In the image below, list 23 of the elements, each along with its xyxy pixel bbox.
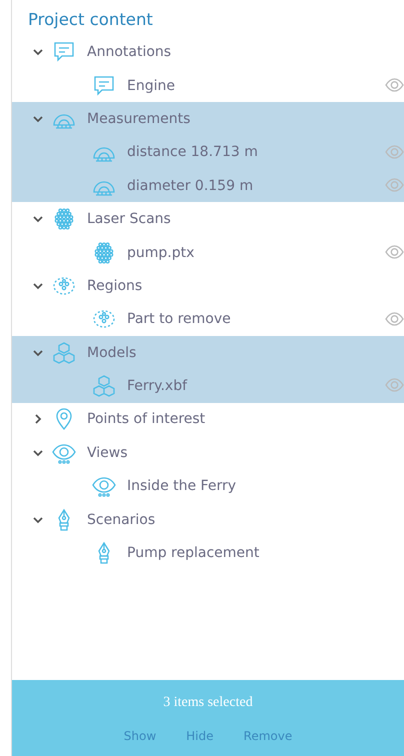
point-cloud-icon — [52, 207, 76, 232]
cubes-icon — [52, 340, 76, 365]
group-label[interactable]: Scenarios — [87, 512, 156, 528]
group-label[interactable]: Annotations — [87, 44, 172, 60]
selection-summary: 3 items selected — [163, 695, 253, 711]
group-label[interactable]: Laser Scans — [87, 211, 171, 228]
speech-bubble-icon — [92, 74, 116, 98]
panel-title: Project content — [27, 9, 154, 31]
group-label[interactable]: Measurements — [87, 110, 190, 127]
item-label[interactable]: Ferry.xbf — [127, 378, 188, 394]
item-label[interactable]: pump.ptx — [127, 244, 194, 261]
item-label[interactable]: distance 18.713 m — [127, 144, 258, 160]
item-label[interactable]: Pump replacement — [127, 545, 260, 562]
group-label[interactable]: Points of interest — [87, 411, 206, 428]
group-label[interactable]: Views — [87, 444, 128, 461]
cubes-icon — [92, 374, 116, 398]
group-label[interactable]: Models — [87, 344, 136, 361]
group-label[interactable]: Regions — [87, 278, 142, 294]
item-label[interactable]: diameter 0.159 m — [127, 178, 254, 194]
item-label[interactable]: Inside the Ferry — [127, 478, 236, 494]
item-label[interactable]: Part to remove — [127, 311, 231, 328]
item-label[interactable]: Engine — [127, 78, 175, 94]
point-cloud-icon — [92, 240, 116, 265]
